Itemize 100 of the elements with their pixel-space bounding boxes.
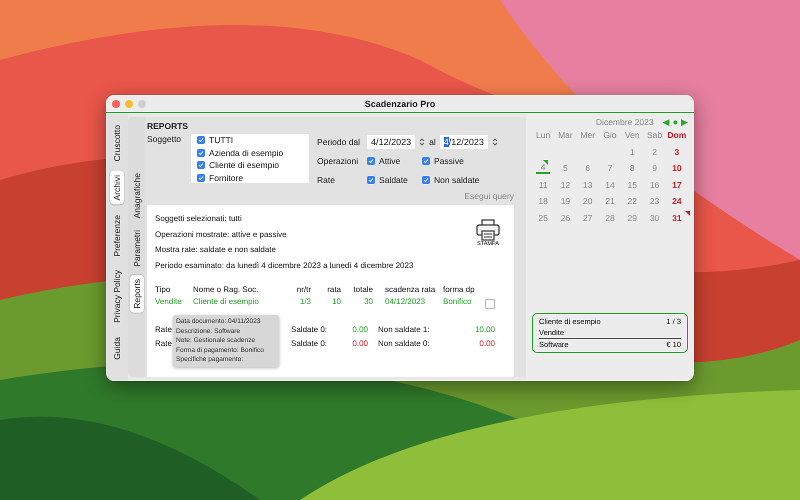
column-header: scadenza rata (384, 285, 436, 294)
totals-label: Non saldate 0: (378, 338, 431, 350)
calendar-day[interactable]: 6 (576, 163, 599, 174)
window-title: Scadenzario Pro (364, 98, 436, 108)
totals-value: 0.00 (351, 338, 368, 350)
field-label: Periodo dal (317, 137, 362, 147)
calendar-day[interactable]: 20 (576, 196, 599, 206)
checkbox[interactable] (197, 161, 206, 170)
tab[interactable]: Archivi (110, 171, 124, 205)
checkbox-label: Fornitore (209, 172, 244, 183)
tab[interactable]: Cruscotto (110, 121, 124, 166)
tab[interactable]: Guida (110, 333, 124, 364)
calendar-day[interactable]: 16 (643, 180, 666, 190)
calendar-day[interactable]: 11 (532, 180, 554, 190)
checkbox-label: Saldate (379, 175, 408, 185)
calendar-day[interactable]: 24 (666, 196, 688, 206)
checkbox[interactable] (367, 157, 376, 165)
tab[interactable]: Privacy Policy (110, 266, 124, 328)
column-header: Tipo (155, 285, 172, 294)
checkbox-label: Passive (434, 156, 464, 166)
calendar-day[interactable]: 4 (536, 162, 550, 174)
tab[interactable]: Preferenze (110, 210, 124, 260)
weekday-label: Ven (624, 130, 641, 140)
calendar-day[interactable]: 22 (621, 196, 644, 206)
calendar-day[interactable]: 7 (598, 163, 622, 174)
calendar-day[interactable]: 30 (643, 212, 666, 223)
checkbox-label: Cliente di esempio (209, 160, 279, 170)
today-button[interactable]: ● (672, 117, 678, 127)
field-label: Operazioni (317, 156, 360, 166)
calendar-day[interactable]: 18 (532, 196, 554, 206)
column-header: Nome o Rag. Soc. (193, 285, 260, 294)
calendar-day[interactable]: 8 (621, 163, 644, 174)
calendar-day[interactable]: 12 (554, 180, 577, 190)
weekday-label: Lun (535, 130, 552, 140)
tab[interactable]: Parametri (130, 226, 144, 272)
calendar-day[interactable]: 9 (643, 163, 666, 174)
checkbox[interactable] (367, 176, 376, 184)
column-header: rata (326, 285, 342, 294)
checkbox-label: TUTTI (209, 135, 234, 146)
calendar-day[interactable]: 10 (666, 163, 688, 174)
calendar-day[interactable]: 5 (554, 163, 577, 174)
column-header: totale (352, 285, 374, 294)
totals-value: 10.00 (474, 324, 495, 336)
totals-value: 0.00 (478, 338, 495, 350)
date-field[interactable]: 4/12/2023 (367, 135, 416, 149)
field-label: Soggetto (147, 134, 182, 144)
calendar-day[interactable]: 3 (666, 146, 688, 157)
table-cell-text: 10 (331, 297, 342, 308)
calendar-day[interactable]: 26 (554, 212, 577, 223)
table-cell-text: Bonifico (443, 297, 472, 308)
table-cell-text: 1/3 (298, 297, 312, 308)
tab[interactable]: Reports (130, 275, 144, 313)
calendar-day[interactable]: 19 (554, 196, 577, 206)
totals-value: 0.00 (351, 324, 368, 336)
stepper-icon[interactable] (492, 137, 498, 147)
weekday-label: Mar (557, 130, 574, 140)
weekday-label: Sab (646, 130, 664, 140)
close-button[interactable] (112, 100, 120, 108)
checkbox[interactable] (197, 174, 206, 182)
weekday-label: Gio (602, 130, 618, 140)
weekday-label: Dom (666, 130, 688, 140)
checkbox-label: Non saldate (434, 175, 480, 185)
table-cell-text: Cliente di esempio (193, 297, 260, 308)
checkbox[interactable] (485, 299, 495, 309)
query-button[interactable]: Esegui query (464, 191, 514, 201)
next-month-button[interactable]: ▶ (681, 117, 688, 127)
summary-text: Soggetti selezionati: tutti (155, 213, 243, 225)
calendar-day[interactable]: 21 (598, 196, 622, 206)
checkbox[interactable] (422, 176, 430, 184)
checkbox[interactable] (197, 148, 206, 157)
calendar-day[interactable]: 2 (643, 146, 666, 157)
tab[interactable]: Anagrafiche (130, 169, 144, 222)
table-cell-text: 04/12/2023 (384, 297, 426, 308)
calendar-day[interactable]: 29 (621, 212, 644, 223)
month-title: Dicembre 2023 (596, 117, 654, 127)
calendar-day[interactable]: 14 (598, 180, 622, 190)
calendar-day[interactable]: 1 (621, 146, 644, 157)
checkbox[interactable] (197, 136, 206, 144)
checkbox-label: Attive (379, 156, 400, 166)
field-label: Rate (317, 175, 336, 185)
calendar-day[interactable]: 17 (666, 180, 688, 190)
stepper-icon[interactable] (419, 137, 426, 147)
calendar-day[interactable]: 13 (576, 180, 599, 190)
column-header: nr/tr (296, 285, 312, 294)
calendar-day[interactable]: 31 (666, 212, 688, 223)
field-label: al (429, 137, 436, 147)
calendar-day[interactable]: 25 (532, 212, 554, 223)
calendar-day[interactable]: 23 (643, 196, 666, 206)
totals-label: Saldate 0: (291, 338, 328, 350)
summary-text: Operazioni mostrate: attive e passive (155, 228, 288, 241)
printer-icon (476, 219, 500, 241)
calendar-day[interactable]: 28 (598, 212, 622, 223)
checkbox[interactable] (422, 157, 430, 165)
calendar-day[interactable]: 15 (621, 180, 644, 190)
totals-label: Rate (155, 338, 172, 350)
calendar-day[interactable]: 27 (576, 212, 599, 223)
weekday-label: Mer (579, 130, 596, 140)
previous-month-button[interactable]: ◀ (662, 117, 670, 127)
totals-label: Rate (155, 324, 172, 336)
summary-text: Periodo esaminato: da lunedì 4 dicembre 2023 a lunedì 4 dicembre 2023 (155, 260, 414, 272)
